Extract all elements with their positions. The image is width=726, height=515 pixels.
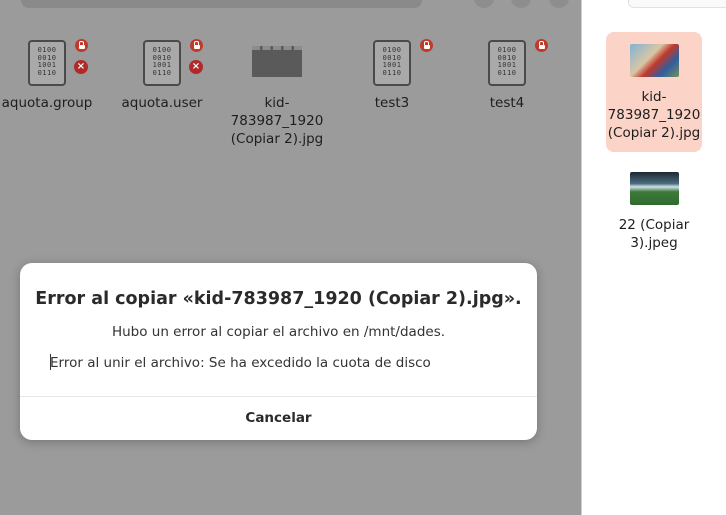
dialog-subtitle: Hubo un error al copiar el archivo en /m… (111, 324, 446, 340)
file-name: aquota.user (121, 95, 203, 111)
file-item-aquota-user[interactable]: 0100 0010 1001 0110 × aquota.user (107, 38, 217, 112)
dialog-detail-text: Error al unir el archivo: Se ha excedido… (50, 355, 431, 371)
file-name: kid-783987_1920 (Copiar 2).jpg (230, 95, 324, 147)
binary-file-icon: 0100 0010 1001 0110 (143, 40, 181, 86)
photo-thumbnail-icon (629, 44, 679, 77)
binary-file-icon: 0100 0010 1001 0110 (28, 40, 66, 86)
binary-glyph: 0100 0010 1001 0110 (152, 46, 172, 77)
binary-glyph: 0100 0010 1001 0110 (382, 46, 402, 77)
file-name: kid-783987_1920 (Copiar 2).jpg (607, 89, 701, 141)
file-name: 22 (Copiar 3).jpeg (618, 217, 690, 251)
window-control-button[interactable] (549, 0, 569, 8)
path-bar[interactable] (628, 0, 726, 8)
photo-thumbnail-icon (629, 172, 679, 205)
binary-glyph: 0100 0010 1001 0110 (37, 46, 57, 77)
sidebar-file-kid-copy[interactable]: kid-783987_1920 (Copiar 2).jpg (606, 32, 702, 152)
path-bar[interactable] (21, 0, 422, 8)
cancel-button[interactable]: Cancelar (20, 397, 537, 440)
dialog-title: Error al copiar «kid-783987_1920 (Copiar… (35, 289, 522, 309)
binary-file-icon: 0100 0010 1001 0110 (373, 40, 411, 86)
file-name: test4 (489, 95, 525, 111)
lock-icon (190, 39, 203, 52)
lock-icon (75, 39, 88, 52)
file-name: test3 (374, 95, 410, 111)
lock-icon (535, 39, 548, 52)
unreadable-icon: × (189, 60, 203, 74)
unreadable-icon: × (74, 60, 88, 74)
file-name: aquota.group (1, 95, 93, 111)
destination-file-view: kid-783987_1920 (Copiar 2).jpg 22 (Copia… (582, 0, 726, 515)
file-item-aquota-group[interactable]: 0100 0010 1001 0110 × aquota.group (0, 38, 102, 112)
view-options-button[interactable] (474, 0, 494, 8)
binary-glyph: 0100 0010 1001 0110 (497, 46, 517, 77)
file-item-kid-copy[interactable]: kid-783987_1920 (Copiar 2).jpg (222, 38, 332, 148)
image-thumbnail-icon (252, 46, 302, 77)
binary-file-icon: 0100 0010 1001 0110 (488, 40, 526, 86)
file-item-test4[interactable]: 0100 0010 1001 0110 test4 (452, 38, 562, 112)
sidebar-file-22-copy[interactable]: 22 (Copiar 3).jpeg (606, 160, 702, 260)
menu-button[interactable] (511, 0, 531, 8)
copy-error-dialog: Error al copiar «kid-783987_1920 (Copiar… (20, 263, 537, 440)
lock-icon (420, 39, 433, 52)
file-item-test3[interactable]: 0100 0010 1001 0110 test3 (337, 38, 447, 112)
dialog-detail[interactable]: Error al unir el archivo: Se ha excedido… (50, 354, 510, 371)
